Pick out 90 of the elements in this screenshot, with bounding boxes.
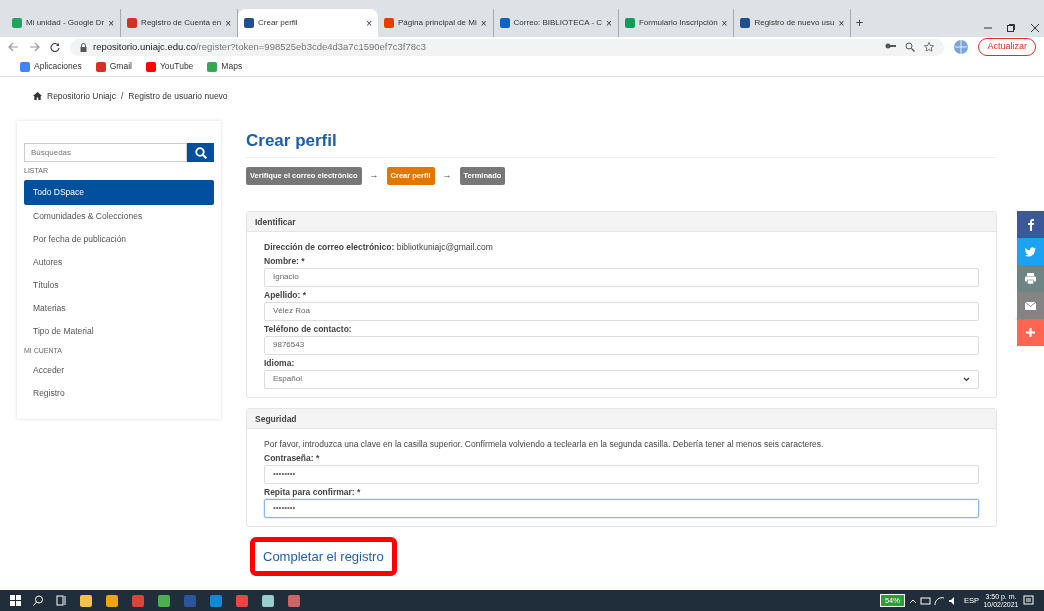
taskbar-app-icon[interactable] (261, 593, 275, 608)
input-field[interactable]: Ignacio (264, 267, 979, 287)
new-tab-button[interactable]: + (855, 13, 864, 33)
chevron-down-icon (963, 376, 970, 382)
share-button[interactable] (1017, 319, 1044, 346)
language-select[interactable]: Español (264, 369, 979, 389)
panel-intro: Dirección de correo electrónico: bibliotkuniajc@gmail.com (264, 240, 494, 253)
tab-close-button[interactable]: × (225, 15, 231, 31)
zoom-icon[interactable] (905, 42, 916, 52)
reload-icon[interactable] (50, 42, 60, 52)
twitter-icon (1024, 245, 1037, 258)
panel-heading: Identificar (247, 211, 996, 232)
tab-close-button[interactable]: × (108, 15, 115, 31)
taskbar-app-icon[interactable] (105, 593, 119, 608)
step-arrow: → (442, 169, 452, 183)
tab-close-button[interactable]: × (366, 15, 372, 31)
notifications-icon[interactable] (1023, 595, 1034, 606)
forward-icon[interactable] (29, 42, 40, 52)
tab-close-button[interactable]: × (480, 15, 487, 31)
bookmark[interactable]: Maps (207, 60, 243, 73)
sidebar-item[interactable]: Todo DSpace (24, 179, 214, 205)
input-field[interactable]: •••••••• (264, 464, 979, 484)
update-button[interactable]: Actualizar (978, 38, 1036, 56)
share-button[interactable] (1017, 238, 1044, 265)
page-title: Crear perfil (246, 131, 338, 152)
input-field[interactable]: 9876543 (264, 335, 979, 355)
home-icon (33, 92, 42, 100)
share-button[interactable] (1017, 211, 1044, 238)
address-bar[interactable]: repositorio.uniajc.edu.co/register?token=998525eb3cde4d3a7c1590ef7c3f78c3 (70, 38, 945, 56)
email-icon (1024, 299, 1037, 312)
field-label: Idioma: (264, 356, 296, 369)
bookmark[interactable]: Gmail (95, 60, 132, 73)
sidebar-item[interactable]: Títulos (24, 273, 214, 297)
tab-close-button[interactable]: × (606, 15, 612, 31)
taskbar-app-icon[interactable] (79, 593, 93, 608)
star-icon[interactable] (924, 42, 935, 52)
more-icon (1024, 326, 1037, 339)
field-label: Apellido: * (264, 288, 308, 301)
sidebar-item[interactable]: Materias (24, 296, 214, 320)
input-field[interactable]: Vélez Roa (264, 301, 979, 321)
search-field[interactable]: Búsquedas (24, 143, 187, 162)
taskbar-app-icon[interactable] (235, 593, 249, 608)
search-icon[interactable] (33, 595, 44, 606)
breadcrumb-link[interactable]: Repositorio Uniajc (47, 89, 116, 103)
sidebar-item[interactable]: Por fecha de publicación (24, 227, 214, 251)
print-icon (1024, 272, 1037, 285)
panel-heading: Seguridad (247, 408, 996, 429)
step-arrow: → (369, 169, 379, 183)
tab-title: Registro de nuevo usu (754, 17, 835, 29)
sidebar-item[interactable]: Tipo de Material (24, 319, 214, 343)
browser-tab[interactable]: Crear perfil × (238, 9, 378, 37)
bookmark[interactable]: Aplicaciones (20, 60, 82, 73)
search-button[interactable] (187, 143, 214, 162)
field-label: Nombre: * (264, 254, 306, 267)
sidebar-item[interactable]: Acceder (24, 359, 214, 382)
tab-close-button[interactable]: × (838, 15, 845, 31)
panel-intro: Por favor, introduzca una clave en la casilla superior. Confírmela volviendo a teclearla en la segunda casilla. Debería tener al menos seis caracteres. (264, 437, 825, 450)
taskbar-app-icon[interactable] (157, 593, 171, 608)
field-label: Repita para confirmar: * (264, 485, 362, 498)
url-text: repositorio.uniajc.edu.co/register?token=998525eb3cde4d3a7c1590ef7c3f78c3 (93, 39, 427, 54)
sidebar-item[interactable]: Comunidades & Colecciones (24, 204, 214, 228)
tab-title: Registro de Cuenta en (141, 17, 222, 29)
share-button[interactable] (1017, 265, 1044, 292)
input-field[interactable]: •••••••• (264, 498, 979, 518)
tab-title: Página principal de Mi (398, 17, 477, 29)
share-button[interactable] (1017, 292, 1044, 319)
complete-registration-link[interactable]: Completar el registro (250, 536, 397, 577)
tab-title: Mi unidad - Google Dr (26, 17, 105, 29)
task-view-icon[interactable] (56, 595, 67, 606)
search-icon (194, 146, 207, 159)
breadcrumb-separator: / (121, 89, 124, 103)
tab-title: Crear perfil (258, 17, 298, 29)
sidebar-item[interactable]: Autores (24, 250, 214, 274)
breadcrumb-link[interactable]: Registro de usuario nuevo (128, 89, 228, 103)
field-label: Teléfono de contacto: (264, 322, 353, 335)
field-label: Contraseña: * (264, 451, 321, 464)
taskbar-app-icon[interactable] (287, 593, 301, 608)
close-icon[interactable] (1029, 22, 1040, 33)
windows-start-icon[interactable] (10, 595, 21, 606)
sidebar-item[interactable]: Registro (24, 382, 214, 405)
tab-title: Correo: BIBLIOTECA - C (513, 17, 603, 29)
tab-title: Formulario Inscripción (638, 17, 718, 29)
key-icon[interactable] (885, 42, 897, 50)
lock-icon (80, 42, 87, 52)
back-icon[interactable] (8, 42, 19, 52)
taskbar-app-icon[interactable] (209, 593, 223, 608)
bookmark[interactable]: YouTube (145, 60, 194, 73)
tab-close-button[interactable]: × (721, 15, 728, 31)
restore-icon[interactable] (1006, 22, 1016, 33)
profile-avatar-icon[interactable] (954, 40, 969, 54)
